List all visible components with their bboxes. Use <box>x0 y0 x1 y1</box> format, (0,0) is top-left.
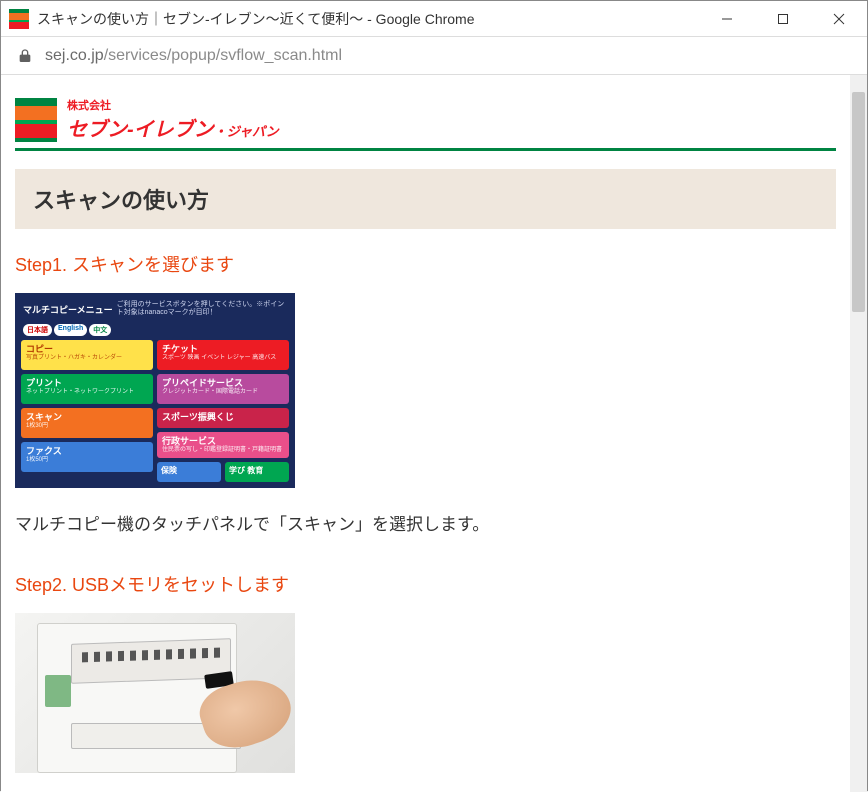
seven-eleven-mark-icon <box>15 98 57 142</box>
mc-tile-ticket: チケットスポーツ 映画 イベント レジャー 高速バス <box>157 340 289 370</box>
window-titlebar: スキャンの使い方｜セブン‐イレブン～近くて便利～ - Google Chrome <box>1 1 867 37</box>
mc-tile-scan: スキャン1枚30円 <box>21 408 153 438</box>
lock-icon <box>17 48 33 64</box>
mc-tile-insurance: 保険 <box>157 462 221 482</box>
browser-viewport: 株式会社 セブン‐イレブン・ジャパン スキャンの使い方 Step1. スキャンを… <box>1 75 867 792</box>
window-title: スキャンの使い方｜セブン‐イレブン～近くて便利～ - Google Chrome <box>37 9 699 29</box>
url-text: sej.co.jp/services/popup/svflow_scan.htm… <box>45 47 342 65</box>
page-heading: スキャンの使い方 <box>15 169 836 229</box>
site-logo[interactable]: 株式会社 セブン‐イレブン・ジャパン <box>15 97 836 151</box>
lang-zh: 中文 <box>89 324 111 336</box>
mc-tile-prepaid: プリペイドサービスクレジットカード・国際電話カード <box>157 374 289 404</box>
mc-header-note: ご利用のサービスボタンを押してください。※ポイント対象はnanacoマークが目印… <box>117 301 287 318</box>
logo-text: 株式会社 セブン‐イレブン・ジャパン <box>67 97 279 142</box>
step1-title: Step1. スキャンを選びます <box>15 251 836 277</box>
step1-description: マルチコピー機のタッチパネルで「スキャン」を選択します。 <box>15 510 836 535</box>
maximize-button[interactable] <box>755 1 811 36</box>
multicopy-menu-screenshot: マルチコピーメニュー ご利用のサービスボタンを押してください。※ポイント対象はn… <box>15 293 295 488</box>
usb-insert-photo <box>15 613 295 773</box>
lang-ja: 日本語 <box>23 324 52 336</box>
favicon-icon <box>9 9 29 29</box>
logo-brand: セブン‐イレブン <box>67 119 214 141</box>
step2-title: Step2. USBメモリをセットします <box>15 571 836 597</box>
lang-en: English <box>54 324 87 336</box>
close-button[interactable] <box>811 1 867 36</box>
mc-tile-sports: スポーツ振興くじ <box>157 408 289 428</box>
minimize-button[interactable] <box>699 1 755 36</box>
vertical-scrollbar[interactable] <box>850 75 867 792</box>
window-controls <box>699 1 867 36</box>
logo-suffix: ・ジャパン <box>214 124 279 139</box>
mc-header-title: マルチコピーメニュー <box>23 303 113 316</box>
address-bar[interactable]: sej.co.jp/services/popup/svflow_scan.htm… <box>1 37 867 75</box>
mc-tile-education: 学び 教育 <box>225 462 289 482</box>
scroll-thumb[interactable] <box>852 92 865 312</box>
logo-kabushiki: 株式会社 <box>67 97 279 113</box>
page-content: 株式会社 セブン‐イレブン・ジャパン スキャンの使い方 Step1. スキャンを… <box>1 75 850 792</box>
mc-tile-copy: コピー写真プリント・ハガキ・カレンダー <box>21 340 153 370</box>
mc-tile-fax: ファクス1枚50円 <box>21 442 153 472</box>
url-path: /services/popup/svflow_scan.html <box>104 47 342 64</box>
mc-tile-admin: 行政サービス住民票の写し・印鑑登録証明書・戸籍証明書 <box>157 432 289 458</box>
mc-tile-print: プリントネットプリント・ネットワークプリント <box>21 374 153 404</box>
url-host: sej.co.jp <box>45 47 104 64</box>
